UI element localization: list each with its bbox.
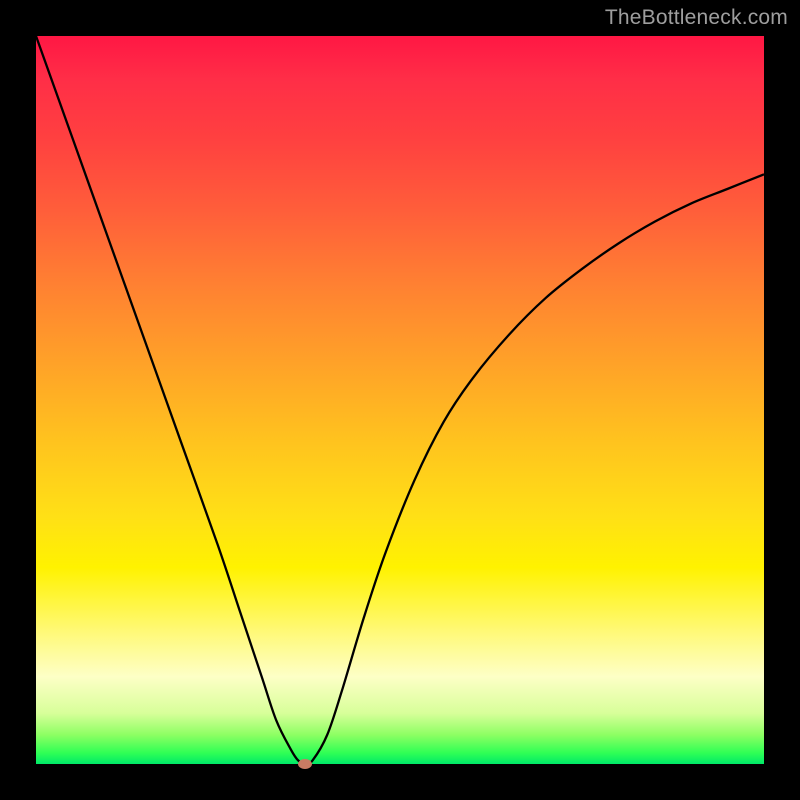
bottleneck-curve: [36, 36, 764, 764]
watermark-text: TheBottleneck.com: [605, 6, 788, 30]
optimal-point-marker: [298, 759, 312, 769]
plot-area: [36, 36, 764, 764]
chart-frame: TheBottleneck.com: [0, 0, 800, 800]
